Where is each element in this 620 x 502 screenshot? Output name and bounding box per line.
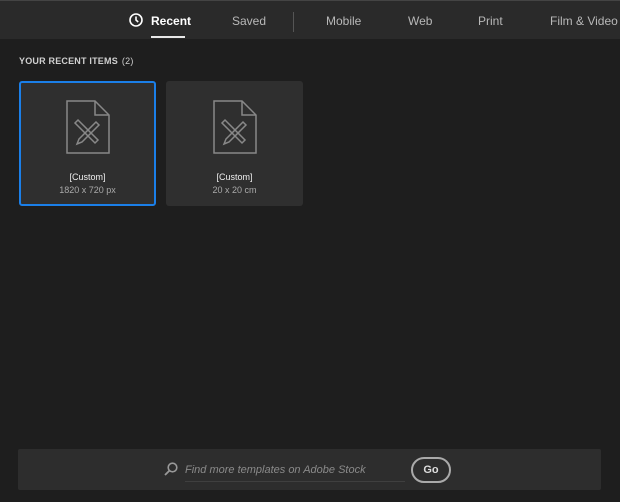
section-title: YOUR RECENT ITEMS [19, 56, 118, 66]
tab-recent[interactable]: Recent [151, 14, 191, 28]
document-custom-icon [66, 100, 110, 154]
item-name: [Custom] [216, 172, 253, 182]
tab-mobile[interactable]: Mobile [326, 14, 361, 28]
clock-icon [129, 13, 143, 27]
search-icon [164, 462, 178, 476]
document-custom-icon [213, 100, 257, 154]
go-button[interactable]: Go [411, 457, 451, 483]
section-heading: YOUR RECENT ITEMS (2) [19, 56, 134, 66]
item-name: [Custom] [69, 172, 106, 182]
tab-divider [293, 12, 294, 32]
tab-web[interactable]: Web [408, 14, 432, 28]
tab-film-video[interactable]: Film & Video [550, 14, 618, 28]
stock-search-input[interactable]: Find more templates on Adobe Stock [185, 460, 405, 482]
category-tab-bar: Recent Saved Mobile Web Print Film & Vid… [0, 0, 620, 39]
item-count: (2) [121, 56, 134, 66]
active-tab-indicator [151, 36, 185, 38]
recent-item-card[interactable]: [Custom] 1820 x 720 px [19, 81, 156, 206]
tab-saved[interactable]: Saved [232, 14, 266, 28]
recent-item-card[interactable]: [Custom] 20 x 20 cm [166, 81, 303, 206]
item-size: 1820 x 720 px [59, 185, 116, 195]
tab-print[interactable]: Print [478, 14, 503, 28]
stock-search-bar: Find more templates on Adobe Stock Go [18, 449, 601, 490]
item-size: 20 x 20 cm [212, 185, 257, 195]
